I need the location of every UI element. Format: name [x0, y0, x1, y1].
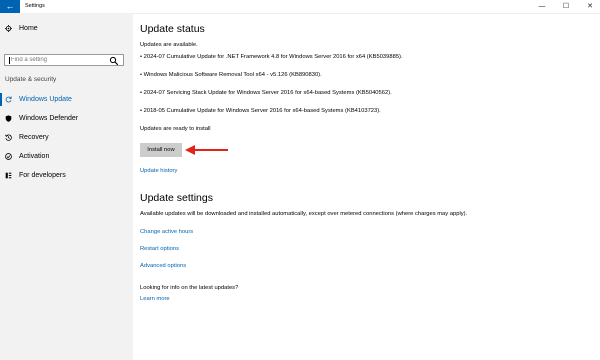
history-icon	[5, 134, 12, 141]
sidebar-item-label: Windows Update	[19, 96, 72, 103]
gear-icon	[5, 25, 12, 32]
back-button[interactable]: ←	[0, 0, 20, 13]
sidebar-item-for-developers[interactable]: For developers	[0, 167, 133, 184]
title-bar: ← Settings — ☐ ✕	[0, 0, 600, 14]
sidebar-item-label: Home	[19, 25, 38, 32]
back-arrow-icon: ←	[5, 1, 15, 11]
active-indicator	[0, 93, 2, 106]
learn-more-link[interactable]: Learn more	[140, 296, 170, 302]
sidebar-item-recovery[interactable]: Recovery	[0, 129, 133, 146]
update-list-item: • 2024-07 Servicing Stack Update for Win…	[140, 90, 392, 96]
search-box[interactable]	[4, 54, 124, 66]
section-label: Update & security	[5, 76, 57, 83]
ready-to-install-text: Updates are ready to install	[140, 126, 211, 132]
sidebar-item-label: Windows Defender	[19, 115, 79, 122]
text-caret	[9, 57, 10, 64]
sidebar-item-home[interactable]: Home	[0, 20, 133, 37]
maximize-icon: ☐	[562, 3, 570, 10]
annotation-arrow-icon	[185, 145, 228, 155]
shield-icon	[5, 115, 12, 122]
window-title: Settings	[25, 3, 45, 9]
close-button[interactable]: ✕	[580, 0, 600, 13]
close-icon: ✕	[587, 3, 593, 10]
refresh-icon	[5, 96, 12, 103]
change-active-hours-link[interactable]: Change active hours	[140, 229, 193, 235]
update-settings-description: Available updates will be downloaded and…	[140, 211, 468, 217]
advanced-options-link[interactable]: Advanced options	[140, 263, 186, 269]
sidebar-item-activation[interactable]: Activation	[0, 148, 133, 165]
restart-options-link[interactable]: Restart options	[140, 246, 179, 252]
update-list-item: • 2018-05 Cumulative Update for Windows …	[140, 108, 381, 114]
check-circle-icon	[5, 153, 12, 160]
search-icon[interactable]	[109, 56, 119, 66]
sidebar-item-label: For developers	[19, 172, 66, 179]
sidebar: Home Update & security Windows Update Wi…	[0, 14, 133, 360]
sidebar-item-label: Recovery	[19, 134, 49, 141]
update-list-item: • Windows Malicious Software Removal Too…	[140, 72, 322, 78]
update-settings-heading: Update settings	[140, 192, 213, 204]
maximize-button[interactable]: ☐	[556, 0, 576, 13]
sidebar-item-windows-update[interactable]: Windows Update	[0, 91, 133, 108]
update-list-item: • 2024-07 Cumulative Update for .NET Fra…	[140, 54, 403, 60]
install-now-button[interactable]: Install now	[140, 143, 182, 157]
updates-available-text: Updates are available.	[140, 42, 198, 48]
minimize-button[interactable]: —	[532, 0, 552, 13]
sidebar-item-windows-defender[interactable]: Windows Defender	[0, 110, 133, 127]
info-prompt-text: Looking for info on the latest updates?	[140, 285, 239, 291]
update-history-link[interactable]: Update history	[140, 168, 177, 174]
sidebar-item-label: Activation	[19, 153, 50, 160]
main-content: Update status Updates are available. • 2…	[133, 14, 600, 360]
minimize-icon: —	[538, 3, 546, 10]
developer-icon	[5, 172, 12, 179]
search-input[interactable]	[11, 55, 107, 65]
update-status-heading: Update status	[140, 23, 205, 35]
